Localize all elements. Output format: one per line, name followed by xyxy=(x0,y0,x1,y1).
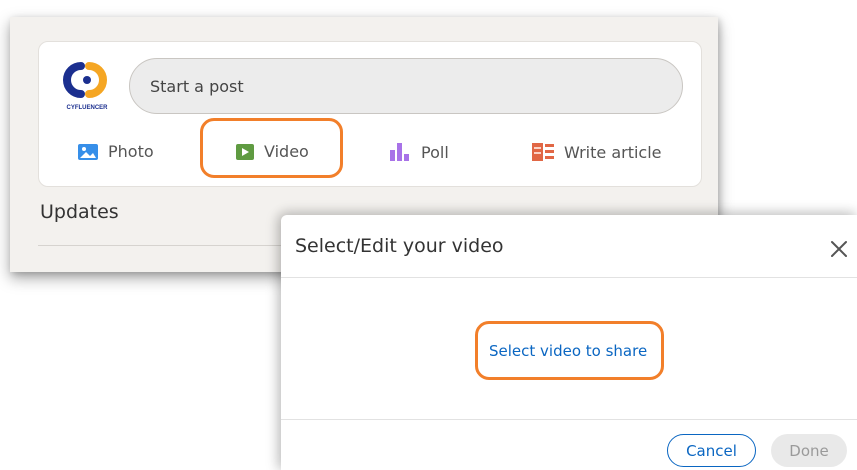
start-post-input[interactable]: Start a post xyxy=(129,58,683,114)
share-box: CYFLUENCER Start a post Photo Video Poll… xyxy=(38,41,702,187)
poll-button[interactable]: Poll xyxy=(388,142,449,162)
dialog-header-divider xyxy=(281,277,857,278)
updates-heading: Updates xyxy=(40,201,119,223)
dialog-title: Select/Edit your video xyxy=(295,235,504,257)
photo-button[interactable]: Photo xyxy=(77,142,154,161)
cancel-button[interactable]: Cancel xyxy=(667,434,756,467)
select-video-dialog: Select/Edit your video Select video to s… xyxy=(281,215,857,470)
video-highlight-annotation xyxy=(200,118,343,178)
photo-label: Photo xyxy=(108,142,154,161)
photo-icon xyxy=(78,143,98,160)
select-link-highlight-annotation xyxy=(475,321,664,380)
write-article-label: Write article xyxy=(564,142,662,162)
article-icon xyxy=(532,143,554,161)
logo-text: CYFLUENCER xyxy=(66,105,108,111)
done-label: Done xyxy=(789,441,829,460)
close-icon[interactable] xyxy=(827,237,851,261)
start-post-placeholder: Start a post xyxy=(150,76,244,96)
dialog-footer-divider xyxy=(281,419,857,420)
poll-icon xyxy=(390,143,409,161)
poll-label: Poll xyxy=(421,142,449,162)
cyfluencer-logo: CYFLUENCER xyxy=(63,62,108,111)
write-article-button[interactable]: Write article xyxy=(531,142,662,162)
done-button[interactable]: Done xyxy=(771,434,847,467)
cancel-label: Cancel xyxy=(686,441,737,460)
